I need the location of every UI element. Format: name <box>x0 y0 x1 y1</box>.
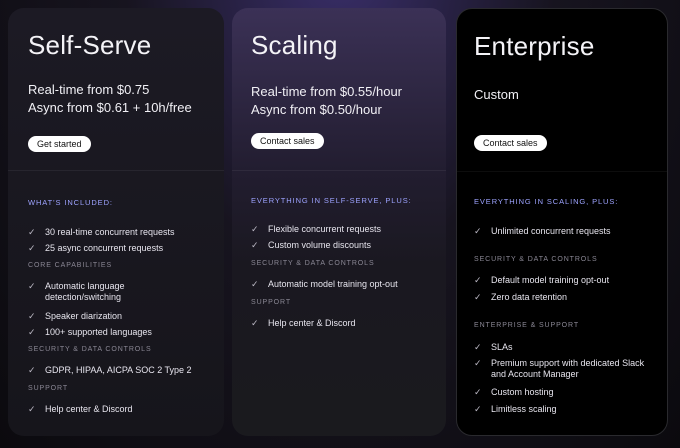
feature-item: ✓ Flexible concurrent requests <box>251 224 382 234</box>
plan-price: Custom <box>474 86 519 104</box>
feature-item: ✓ Custom hosting <box>474 387 554 397</box>
price-custom: Custom <box>474 87 519 102</box>
section-heading: SUPPORT <box>251 299 292 306</box>
check-icon: ✓ <box>474 404 482 414</box>
check-icon: ✓ <box>28 365 36 375</box>
check-icon: ✓ <box>474 275 482 285</box>
feature-item: ✓ Automatic model training opt-out <box>251 279 398 289</box>
section-heading: SUPPORT <box>28 385 69 392</box>
section-heading: CORE CAPABILITIES <box>28 262 113 269</box>
plan-title: Enterprise <box>474 31 595 61</box>
plan-title: Scaling <box>251 30 338 60</box>
price-realtime: Real-time from $0.55/hour <box>251 84 403 99</box>
check-icon: ✓ <box>474 292 482 302</box>
section-heading: ENTERPRISE & SUPPORT <box>474 322 580 329</box>
plan-card-self-serve: Self-Serve Real-time from $0.75 Async fr… <box>8 8 224 436</box>
section-heading: SECURITY & DATA CONTROLS <box>251 260 375 267</box>
check-icon: ✓ <box>28 311 36 321</box>
section-heading: EVERYTHING IN SELF-SERVE, PLUS: <box>251 196 412 205</box>
feature-item: ✓ Custom volume discounts <box>251 240 372 250</box>
section-heading: EVERYTHING IN SCALING, PLUS: <box>474 197 619 206</box>
feature-item: ✓ Default model training opt-out <box>474 275 610 285</box>
feature-item: ✓ Speaker diarization <box>28 311 123 321</box>
feature-item: ✓ Unlimited concurrent requests <box>474 226 611 236</box>
check-icon: ✓ <box>28 327 36 337</box>
feature-item: ✓ SLAs <box>474 342 513 352</box>
price-realtime: Real-time from $0.75 <box>28 82 150 97</box>
check-icon: ✓ <box>251 318 259 328</box>
check-icon: ✓ <box>251 279 259 289</box>
check-icon: ✓ <box>28 281 36 291</box>
feature-item: ✓ Automatic language detection/switching <box>28 281 125 302</box>
plan-title: Self-Serve <box>28 30 152 60</box>
plan-card-scaling: Scaling Real-time from $0.55/hour Async … <box>232 8 446 436</box>
section-heading: SECURITY & DATA CONTROLS <box>28 346 152 353</box>
get-started-button[interactable]: Get started <box>28 136 91 152</box>
check-icon: ✓ <box>474 226 482 236</box>
feature-item: ✓ Help center & Discord <box>251 318 356 328</box>
price-async: Async from $0.61 + 10h/free <box>28 100 192 115</box>
price-async: Async from $0.50/hour <box>251 102 382 117</box>
plan-price: Real-time from $0.75 Async from $0.61 + … <box>28 81 192 117</box>
feature-item: ✓ 100+ supported languages <box>28 327 152 337</box>
check-icon: ✓ <box>28 243 36 253</box>
feature-item: ✓ 30 real-time concurrent requests <box>28 227 175 237</box>
divider <box>8 170 224 171</box>
check-icon: ✓ <box>474 358 482 368</box>
check-icon: ✓ <box>251 224 259 234</box>
section-heading: SECURITY & DATA CONTROLS <box>474 256 598 263</box>
feature-item: ✓ Help center & Discord <box>28 404 133 414</box>
check-icon: ✓ <box>28 404 36 414</box>
divider <box>457 171 667 172</box>
feature-item: ✓ Premium support with dedicated Slack an… <box>474 358 645 379</box>
plan-price: Real-time from $0.55/hour Async from $0.… <box>251 83 402 119</box>
check-icon: ✓ <box>28 227 36 237</box>
check-icon: ✓ <box>474 342 482 352</box>
check-icon: ✓ <box>251 240 259 250</box>
feature-item: ✓ GDPR, HIPAA, AICPA SOC 2 Type 2 <box>28 365 192 375</box>
contact-sales-button[interactable]: Contact sales <box>474 135 547 151</box>
check-icon: ✓ <box>474 387 482 397</box>
divider <box>232 170 446 171</box>
contact-sales-button[interactable]: Contact sales <box>251 133 324 149</box>
plan-card-enterprise: Enterprise Custom Contact sales EVERYTHI… <box>456 8 668 436</box>
feature-item: ✓ Zero data retention <box>474 292 568 302</box>
feature-item: ✓ Limitless scaling <box>474 404 557 414</box>
feature-item: ✓ 25 async concurrent requests <box>28 243 164 253</box>
section-heading: WHAT'S INCLUDED: <box>28 198 113 207</box>
